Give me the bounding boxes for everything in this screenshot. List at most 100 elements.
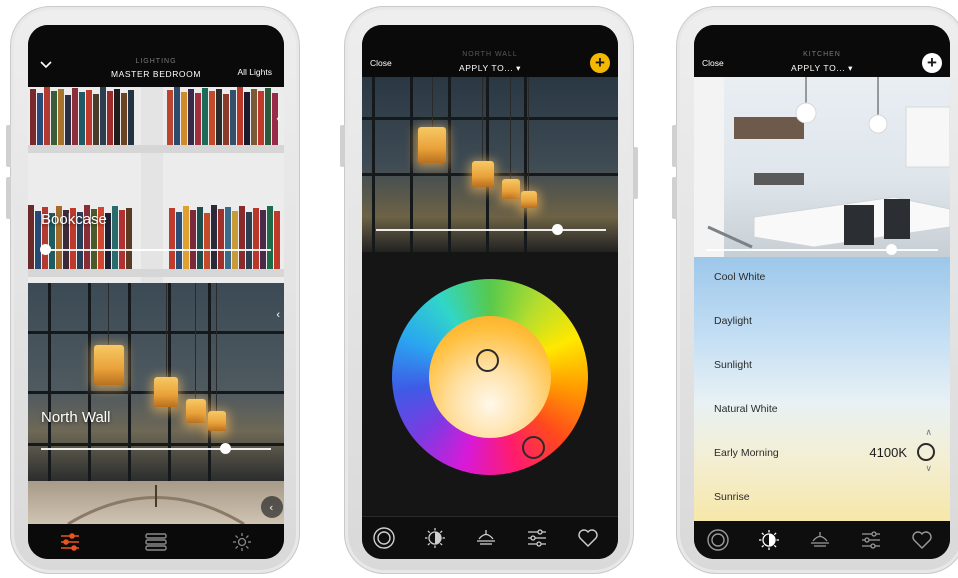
book <box>216 89 222 145</box>
apply-to-dropdown[interactable]: APPLY TO... ▾ <box>694 63 950 74</box>
book <box>190 210 196 269</box>
preset-sunrise[interactable]: Sunrise <box>714 491 750 503</box>
book <box>246 212 252 269</box>
book <box>237 87 243 145</box>
north-wall-photo[interactable]: ‹ <box>28 283 284 481</box>
bookcase-photo[interactable]: ‹ <box>28 87 284 283</box>
book <box>218 209 224 269</box>
phone-frame-2: Close NORTH WALL APPLY TO... ▾ + <box>340 6 638 574</box>
sun-icon[interactable] <box>230 530 254 554</box>
book <box>72 88 78 145</box>
book <box>232 211 238 269</box>
book <box>181 92 187 145</box>
book <box>225 207 231 269</box>
color-temperature-list: Cool White Daylight Sunlight Natural Whi… <box>694 257 950 521</box>
heart-icon[interactable] <box>576 526 600 550</box>
kitchen-graphic <box>694 77 950 257</box>
room-header: LIGHTING MASTER BEDROOM All Lights <box>28 25 284 87</box>
sliders-icon[interactable] <box>859 528 883 552</box>
brightness-slider-track[interactable] <box>376 229 606 231</box>
shelf-board <box>28 269 284 277</box>
preset-cool-white[interactable]: Cool White <box>714 271 765 283</box>
add-button[interactable]: + <box>922 53 942 73</box>
book <box>253 208 259 269</box>
all-lights-link[interactable]: All Lights <box>238 67 273 77</box>
phone-side-button <box>633 147 638 199</box>
pendant-lamp <box>418 127 446 163</box>
book <box>244 92 250 145</box>
phone-side-button <box>340 125 345 167</box>
window-frame <box>372 77 375 252</box>
pendant-lamp <box>521 191 537 208</box>
preset-sunlight[interactable]: Sunlight <box>714 359 752 371</box>
chevron-left-icon[interactable]: ‹ <box>276 113 280 125</box>
target-icon[interactable] <box>372 526 396 550</box>
preset-early-morning[interactable]: Early Morning <box>714 447 779 459</box>
pendant-cord <box>108 283 109 347</box>
chevron-up-icon[interactable]: ∧ <box>925 427 932 438</box>
north-wall-photo <box>362 77 618 252</box>
lamp-icon[interactable] <box>808 528 832 552</box>
hue-selector-handle[interactable] <box>522 436 545 459</box>
heart-icon[interactable] <box>910 528 934 552</box>
phone-side-button <box>672 125 677 167</box>
book <box>128 90 134 145</box>
chevron-down-icon[interactable]: ∨ <box>925 463 932 474</box>
pendant-cord <box>195 283 196 401</box>
next-scene-photo[interactable]: ‹ <box>28 481 284 524</box>
north-wall-slider-track[interactable] <box>41 448 271 450</box>
header-subtitle: LIGHTING <box>135 58 177 65</box>
book <box>265 88 271 145</box>
shelf-post <box>141 87 163 283</box>
bookcase-slider-track[interactable] <box>41 249 271 251</box>
phone-side-button <box>672 177 677 219</box>
color-selector-handle[interactable] <box>476 349 499 372</box>
add-button[interactable]: + <box>590 53 610 73</box>
saturation-disc[interactable] <box>429 316 551 438</box>
book <box>100 87 106 145</box>
pendant-lamp <box>154 377 178 407</box>
book <box>65 95 71 145</box>
chevron-left-icon[interactable]: ‹ <box>276 309 280 321</box>
sliders-icon[interactable] <box>525 526 549 550</box>
window-frame <box>362 117 618 120</box>
book <box>51 91 57 145</box>
book <box>223 94 229 145</box>
book <box>274 211 280 269</box>
brightness-slider-knob[interactable] <box>552 224 564 235</box>
pendant-cord <box>166 283 167 379</box>
brightness-slider-track[interactable] <box>706 249 938 251</box>
color-temp-icon[interactable] <box>757 528 781 552</box>
apply-to-dropdown[interactable]: APPLY TO... ▾ <box>362 63 618 74</box>
book <box>121 93 127 145</box>
book <box>230 90 236 145</box>
svg-text:‹: ‹ <box>269 501 273 514</box>
color-temp-icon[interactable] <box>423 526 447 550</box>
book <box>197 207 203 269</box>
window-frame <box>48 283 51 481</box>
scene-name: KITCHEN <box>803 51 841 58</box>
phone-frame-1: LIGHTING MASTER BEDROOM All Lights ‹ Boo… <box>6 6 300 574</box>
pendant-lamp <box>208 411 226 431</box>
book <box>169 208 175 269</box>
preset-daylight[interactable]: Daylight <box>714 315 752 327</box>
book <box>239 206 245 269</box>
book <box>267 206 273 269</box>
temperature-selector-handle[interactable] <box>917 443 935 461</box>
scene-label-bookcase: Bookcase <box>41 211 107 228</box>
lamp-icon[interactable] <box>474 526 498 550</box>
stack-icon[interactable] <box>144 530 168 554</box>
north-wall-slider-knob[interactable] <box>219 443 231 454</box>
book <box>126 208 132 269</box>
sliders-icon[interactable] <box>58 530 82 554</box>
preset-natural-white[interactable]: Natural White <box>714 403 778 415</box>
pendant-lamp <box>502 179 520 199</box>
book <box>251 89 257 145</box>
target-icon[interactable] <box>706 528 730 552</box>
pendant-cord <box>510 77 511 181</box>
scene-label-north-wall: North Wall <box>41 409 111 426</box>
arch-graphic: ‹ <box>67 485 283 524</box>
color-header: Close NORTH WALL APPLY TO... ▾ + <box>362 25 618 77</box>
phone-screen-3: Close KITCHEN APPLY TO... ▾ + Cool White… <box>694 25 950 559</box>
book <box>204 213 210 269</box>
